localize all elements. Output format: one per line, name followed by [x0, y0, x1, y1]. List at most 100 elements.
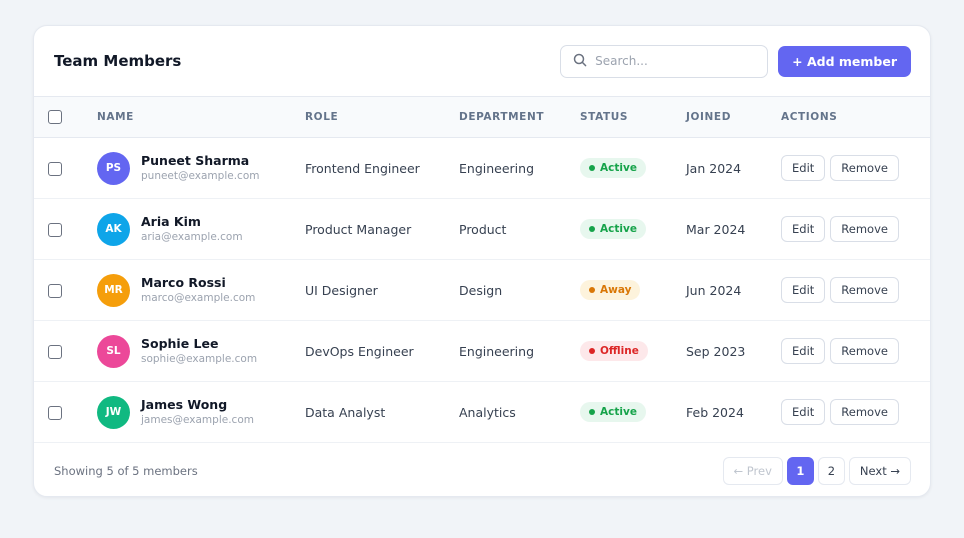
- column-header-joined[interactable]: JOINED: [686, 97, 781, 138]
- status-dot-icon: [589, 287, 595, 293]
- search-input[interactable]: [595, 54, 758, 68]
- avatar: MR: [97, 273, 130, 307]
- column-header-department[interactable]: DEPARTMENT: [459, 97, 580, 138]
- status-label: Away: [600, 284, 632, 296]
- status-label: Active: [600, 162, 637, 174]
- member-email: marco@example.com: [141, 292, 256, 304]
- table-row: MR Marco Rossi marco@example.com UI Designe…: [34, 260, 930, 321]
- status-cell: Away: [580, 260, 686, 321]
- member-info: JW James Wong james@example.com: [97, 395, 305, 429]
- column-header-role[interactable]: ROLE: [305, 97, 459, 138]
- role-cell: UI Designer: [305, 282, 378, 298]
- pagination-summary: Showing 5 of 5 members: [54, 464, 198, 478]
- column-header-status[interactable]: STATUS: [580, 97, 686, 138]
- team-members-card: Team Members + Add member NAME ROLE DEPA…: [33, 25, 931, 497]
- member-name: James Wong: [141, 397, 228, 412]
- header-actions: + Add member: [560, 44, 911, 78]
- remove-button[interactable]: Remove: [830, 338, 899, 364]
- row-select-cell: [34, 321, 97, 382]
- member-info: AK Aria Kim aria@example.com: [97, 212, 305, 246]
- status-badge: Active: [580, 219, 646, 239]
- department-cell: Engineering: [459, 343, 534, 359]
- status-badge: Offline: [580, 341, 648, 361]
- member-email: james@example.com: [141, 414, 254, 426]
- row-select-cell: [34, 260, 97, 321]
- status-badge: Away: [580, 280, 641, 300]
- edit-button[interactable]: Edit: [781, 216, 826, 242]
- row-checkbox[interactable]: [48, 161, 62, 176]
- row-actions: Edit Remove: [781, 216, 930, 242]
- add-member-button[interactable]: + Add member: [778, 45, 911, 77]
- remove-button[interactable]: Remove: [830, 399, 899, 425]
- joined-cell: Jun 2024: [686, 282, 742, 298]
- status-cell: Active: [580, 382, 686, 443]
- row-checkbox[interactable]: [48, 222, 62, 237]
- actions-cell: Edit Remove: [781, 321, 930, 382]
- member-text: Marco Rossi marco@example.com: [141, 275, 255, 305]
- row-checkbox[interactable]: [48, 344, 62, 359]
- member-text: Puneet Sharma puneet@example.com: [141, 153, 259, 183]
- select-all-cell: [34, 97, 97, 138]
- avatar: AK: [97, 212, 130, 246]
- row-actions: Edit Remove: [781, 399, 930, 425]
- table-row: PS Puneet Sharma puneet@example.com Fronten…: [34, 138, 930, 199]
- member-info: MR Marco Rossi marco@example.com: [97, 273, 305, 307]
- actions-cell: Edit Remove: [781, 382, 930, 443]
- status-dot-icon: [589, 226, 595, 232]
- member-email: puneet@example.com: [141, 170, 260, 182]
- row-actions: Edit Remove: [781, 338, 930, 364]
- edit-button[interactable]: Edit: [781, 155, 826, 181]
- edit-button[interactable]: Edit: [781, 399, 826, 425]
- page-button-2[interactable]: 2: [817, 457, 845, 485]
- next-page-button[interactable]: Next →: [848, 457, 911, 485]
- remove-button[interactable]: Remove: [830, 216, 899, 242]
- status-dot-icon: [589, 165, 595, 171]
- edit-button[interactable]: Edit: [781, 277, 826, 303]
- table-row: JW James Wong james@example.com Data Analys…: [34, 382, 930, 443]
- remove-button[interactable]: Remove: [830, 277, 899, 303]
- department-cell: Product: [459, 221, 507, 237]
- row-select-cell: [34, 199, 97, 260]
- table-header: NAME ROLE DEPARTMENT STATUS JOINED ACTIO…: [34, 96, 930, 138]
- member-text: James Wong james@example.com: [141, 397, 254, 427]
- name-cell: AK Aria Kim aria@example.com: [97, 199, 305, 260]
- status-cell: Offline: [580, 321, 686, 382]
- name-cell: PS Puneet Sharma puneet@example.com: [97, 138, 305, 199]
- status-dot-icon: [589, 409, 595, 415]
- table-row: SL Sophie Lee sophie@example.com DevOps Eng…: [34, 321, 930, 382]
- joined-cell: Mar 2024: [686, 221, 746, 237]
- actions-cell: Edit Remove: [781, 138, 930, 199]
- select-all-checkbox[interactable]: [48, 110, 62, 124]
- member-info: PS Puneet Sharma puneet@example.com: [97, 151, 305, 185]
- member-info: SL Sophie Lee sophie@example.com: [97, 334, 305, 368]
- pagination: ← Prev 1 2 Next →: [722, 457, 911, 485]
- page-button-1[interactable]: 1: [786, 457, 814, 485]
- role-cell: Frontend Engineer: [305, 160, 420, 176]
- member-name: Puneet Sharma: [141, 153, 250, 168]
- table-body: PS Puneet Sharma puneet@example.com Fronten…: [34, 138, 930, 443]
- role-cell: Product Manager: [305, 221, 412, 237]
- member-name: Sophie Lee: [141, 336, 219, 351]
- joined-cell: Jan 2024: [686, 160, 742, 176]
- avatar: PS: [97, 151, 130, 185]
- remove-button[interactable]: Remove: [830, 155, 899, 181]
- member-email: sophie@example.com: [141, 353, 258, 365]
- row-actions: Edit Remove: [781, 155, 930, 181]
- row-checkbox[interactable]: [48, 283, 62, 298]
- actions-cell: Edit Remove: [781, 199, 930, 260]
- avatar: JW: [97, 395, 130, 429]
- member-text: Aria Kim aria@example.com: [141, 214, 243, 244]
- prev-page-button[interactable]: ← Prev: [722, 457, 783, 485]
- member-text: Sophie Lee sophie@example.com: [141, 336, 257, 366]
- joined-cell: Feb 2024: [686, 404, 744, 420]
- row-select-cell: [34, 382, 97, 443]
- search-box[interactable]: [560, 44, 769, 78]
- status-label: Active: [600, 406, 637, 418]
- column-header-name[interactable]: NAME: [97, 97, 305, 138]
- row-checkbox[interactable]: [48, 405, 62, 420]
- status-label: Offline: [600, 345, 639, 357]
- edit-button[interactable]: Edit: [781, 338, 826, 364]
- status-badge: Active: [580, 402, 646, 422]
- joined-cell: Sep 2023: [686, 343, 746, 359]
- status-badge: Active: [580, 158, 646, 178]
